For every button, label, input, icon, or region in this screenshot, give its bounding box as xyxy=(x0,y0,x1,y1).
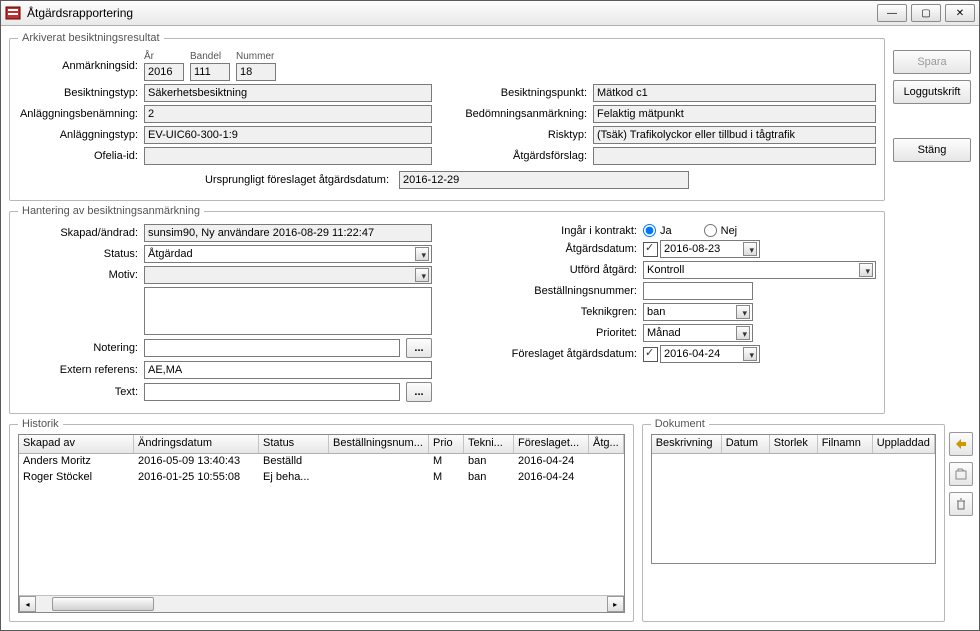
field-risktyp: (Tsäk) Trafikolyckor eller tillbud i tåg… xyxy=(593,126,876,144)
label-foreslaget-datum: Föreslaget åtgärdsdatum: xyxy=(462,348,637,360)
input-extern-referens[interactable]: AE,MA xyxy=(144,361,432,379)
legend-historik: Historik xyxy=(18,418,63,430)
col-prio[interactable]: Prio xyxy=(429,435,464,453)
field-skapad-andrad: sunsim90, Ny användare 2016-08-29 11:22:… xyxy=(144,224,432,242)
window-title: Åtgärdsrapportering xyxy=(27,6,877,20)
col-filnamn[interactable]: Filnamn xyxy=(818,435,873,453)
textarea-motiv[interactable] xyxy=(144,287,432,335)
label-motiv: Motiv: xyxy=(18,269,138,281)
label-bedomningsanmarkning: Bedömningsanmärkning: xyxy=(462,108,587,120)
col-skapad-av[interactable]: Skapad av xyxy=(19,435,134,453)
field-ofelia-id xyxy=(144,147,432,165)
label-besiktningstyp: Besiktningstyp: xyxy=(18,87,138,99)
scrollbar-horizontal[interactable]: ◂▸ xyxy=(19,595,624,612)
radio-kontrakt-nej[interactable]: Nej xyxy=(704,224,738,237)
select-motiv[interactable] xyxy=(144,266,432,284)
field-ursprungligt-datum: 2016-12-29 xyxy=(399,171,689,189)
table-row[interactable]: Roger Stöckel 2016-01-25 10:55:08 Ej beh… xyxy=(19,470,624,486)
label-ursprungligt-datum: Ursprungligt föreslaget åtgärdsdatum: xyxy=(205,174,393,186)
group-arkiverat: Arkiverat besiktningsresultat Anmärkning… xyxy=(9,32,885,201)
field-nummer: 18 xyxy=(236,63,276,81)
close-button[interactable]: Stäng xyxy=(893,138,971,162)
col-storlek[interactable]: Storlek xyxy=(770,435,818,453)
label-skapad-andrad: Skapad/ändrad: xyxy=(18,227,138,239)
legend-dokument: Dokument xyxy=(651,418,709,430)
app-icon xyxy=(5,5,21,21)
col-atgardat[interactable]: Åtg... xyxy=(589,435,624,453)
datepicker-atgardsdatum[interactable]: 2016-08-23 xyxy=(660,240,760,258)
field-anlaggningsbenamning: 2 xyxy=(144,105,432,123)
label-extern-referens: Extern referens: xyxy=(18,364,138,376)
button-text-dots[interactable]: ... xyxy=(406,382,432,402)
label-atgardsforslag: Åtgärdsförslag: xyxy=(462,150,587,162)
datepicker-foreslaget-datum[interactable]: 2016-04-24 xyxy=(660,345,760,363)
select-teknikgren[interactable]: ban xyxy=(643,303,753,321)
col-uppladdad[interactable]: Uppladdad xyxy=(873,435,935,453)
save-button[interactable]: Spara xyxy=(893,50,971,74)
radio-kontrakt-ja[interactable]: Ja xyxy=(643,224,672,237)
field-bandel: 111 xyxy=(190,63,230,81)
checkbox-foreslaget-datum[interactable] xyxy=(643,347,658,362)
group-historik: Historik Skapad av Ändringsdatum Status … xyxy=(9,418,634,622)
select-utford-atgard[interactable]: Kontroll xyxy=(643,261,876,279)
field-besiktningspunkt: Mätkod c1 xyxy=(593,84,876,102)
label-ingar-kontrakt: Ingår i kontrakt: xyxy=(462,225,637,237)
app-window: Åtgärdsrapportering ― ▢ ✕ Arkiverat besi… xyxy=(0,0,980,631)
input-notering[interactable] xyxy=(144,339,400,357)
label-bestallningsnummer: Beställningsnummer: xyxy=(462,285,637,297)
table-row[interactable]: Anders Moritz 2016-05-09 13:40:43 Bestäl… xyxy=(19,454,624,470)
grid-dokument[interactable]: Beskrivning Datum Storlek Filnamn Upplad… xyxy=(651,434,936,564)
header-bandel: Bandel xyxy=(190,51,230,62)
col-bestallningsnummer[interactable]: Beställningsnum... xyxy=(329,435,429,453)
grid-historik[interactable]: Skapad av Ändringsdatum Status Beställni… xyxy=(18,434,625,613)
label-risktyp: Risktyp: xyxy=(462,129,587,141)
label-notering: Notering: xyxy=(18,342,138,354)
legend-hantering: Hantering av besiktningsanmärkning xyxy=(18,205,204,217)
minimize-button[interactable]: ― xyxy=(877,4,907,22)
col-datum[interactable]: Datum xyxy=(722,435,770,453)
label-anlaggningsbenamning: Anläggningsbenämning: xyxy=(18,108,138,120)
col-status[interactable]: Status xyxy=(259,435,329,453)
col-foreslaget[interactable]: Föreslaget... xyxy=(514,435,589,453)
log-print-button[interactable]: Loggutskrift xyxy=(893,80,971,104)
label-anlaggningstyp: Anläggningstyp: xyxy=(18,129,138,141)
titlebar[interactable]: Åtgärdsrapportering ― ▢ ✕ xyxy=(1,1,979,26)
close-window-button[interactable]: ✕ xyxy=(945,4,975,22)
checkbox-atgardsdatum[interactable] xyxy=(643,242,658,257)
field-atgardsforslag xyxy=(593,147,876,165)
label-ofelia-id: Ofelia-id: xyxy=(18,150,138,162)
header-nummer: Nummer xyxy=(236,51,276,62)
group-hantering: Hantering av besiktningsanmärkning Skapa… xyxy=(9,205,885,414)
legend-arkiverat: Arkiverat besiktningsresultat xyxy=(18,32,164,44)
label-teknikgren: Teknikgren: xyxy=(462,306,637,318)
button-notering-dots[interactable]: ... xyxy=(406,338,432,358)
label-anmarkningsid: Anmärkningsid: xyxy=(18,60,138,72)
field-besiktningstyp: Säkerhetsbesiktning xyxy=(144,84,432,102)
label-text: Text: xyxy=(18,386,138,398)
field-bedomningsanmarkning: Felaktig mätpunkt xyxy=(593,105,876,123)
label-utford-atgard: Utförd åtgärd: xyxy=(462,264,637,276)
label-besiktningspunkt: Besiktningspunkt: xyxy=(462,87,587,99)
label-prioritet: Prioritet: xyxy=(462,327,637,339)
col-andringsdatum[interactable]: Ändringsdatum xyxy=(134,435,259,453)
input-bestallningsnummer[interactable] xyxy=(643,282,753,300)
label-atgardsdatum: Åtgärdsdatum: xyxy=(462,243,637,255)
input-text[interactable] xyxy=(144,383,400,401)
header-ar: År xyxy=(144,51,184,62)
col-teknikgren[interactable]: Tekni... xyxy=(464,435,514,453)
field-anlaggningstyp: EV-UIC60-300-1:9 xyxy=(144,126,432,144)
label-status: Status: xyxy=(18,248,138,260)
maximize-button[interactable]: ▢ xyxy=(911,4,941,22)
col-beskrivning[interactable]: Beskrivning xyxy=(652,435,722,453)
field-ar: 2016 xyxy=(144,63,184,81)
select-prioritet[interactable]: Månad xyxy=(643,324,753,342)
select-status[interactable]: Åtgärdad xyxy=(144,245,432,263)
